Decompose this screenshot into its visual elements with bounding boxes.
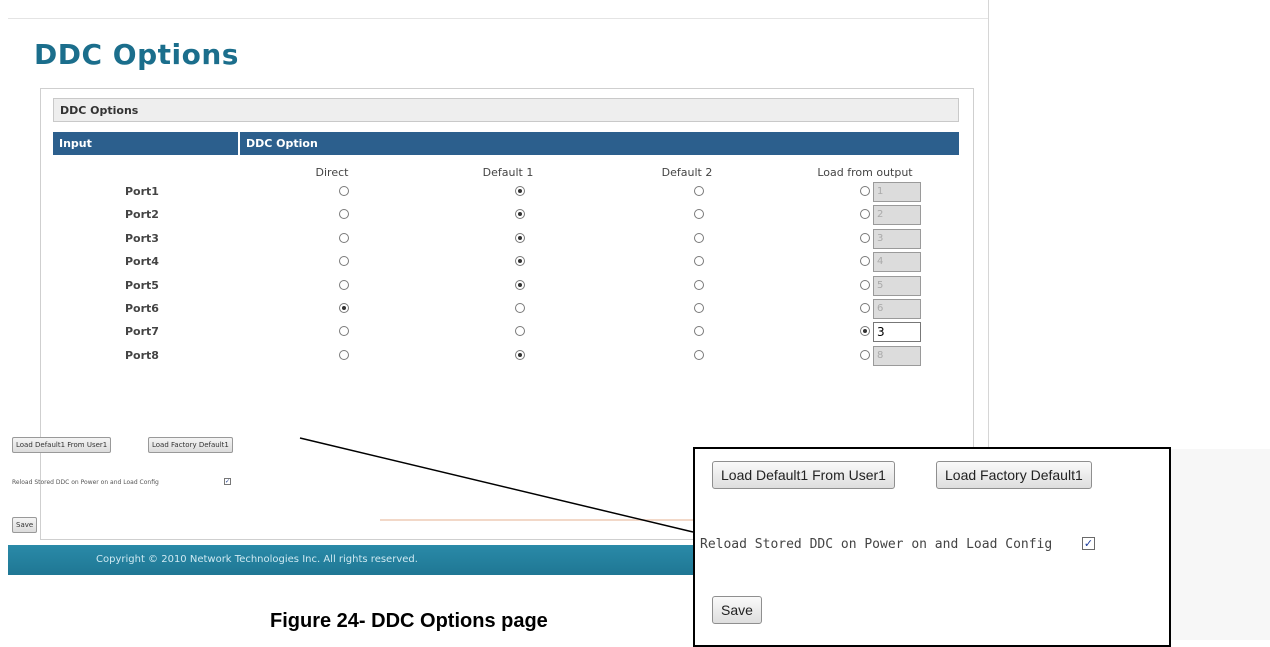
table-row: Port8 8 bbox=[53, 345, 959, 369]
port-name: Port6 bbox=[125, 302, 159, 315]
radio-default2[interactable] bbox=[694, 349, 704, 360]
port-name: Port1 bbox=[125, 185, 159, 198]
radio-default2[interactable] bbox=[694, 209, 704, 220]
panel-title: DDC Options bbox=[53, 98, 959, 122]
top-rule bbox=[8, 18, 988, 19]
radio-load-from-output[interactable] bbox=[860, 209, 870, 220]
output-number-input[interactable]: 1 bbox=[873, 182, 921, 202]
reload-label: Reload Stored DDC on Power on and Load C… bbox=[700, 537, 1053, 552]
save-button-small[interactable]: Save bbox=[12, 517, 38, 533]
option-label-default1: Default 1 bbox=[482, 166, 534, 179]
radio-default2[interactable] bbox=[694, 326, 704, 337]
radio-default1[interactable] bbox=[515, 209, 525, 220]
radio-direct[interactable] bbox=[339, 279, 349, 290]
reload-label-small: Reload Stored DDC on Power on and Load C… bbox=[12, 479, 159, 486]
port-name: Port4 bbox=[125, 255, 159, 269]
page-title: DDC Options bbox=[34, 38, 239, 71]
port-name: Port2 bbox=[125, 208, 159, 222]
port-name: Port8 bbox=[125, 348, 159, 362]
table-row: Port4 4 bbox=[53, 251, 959, 275]
radio-load-from-output[interactable] bbox=[860, 186, 870, 196]
copyright-text: Copyright © 2010 Network Technologies In… bbox=[96, 554, 418, 565]
load-default-button-small[interactable]: Load Default1 From User1 bbox=[12, 437, 112, 453]
radio-direct[interactable] bbox=[339, 256, 349, 267]
radio-default2[interactable] bbox=[694, 232, 704, 243]
radio-load-from-output[interactable] bbox=[860, 279, 870, 290]
table-row: Port3 3 bbox=[53, 228, 959, 252]
save-button[interactable]: Save bbox=[712, 596, 762, 624]
output-number-input[interactable]: 5 bbox=[873, 275, 921, 296]
port-name: Port5 bbox=[125, 278, 159, 292]
radio-direct[interactable] bbox=[339, 349, 349, 360]
radio-direct[interactable] bbox=[339, 303, 349, 313]
radio-direct[interactable] bbox=[339, 186, 349, 196]
table-header: Input DDC Option bbox=[53, 132, 959, 155]
option-label-default2: Default 2 bbox=[661, 166, 713, 179]
header-divider bbox=[238, 132, 240, 155]
table-row: Port5 5 bbox=[53, 275, 959, 299]
load-default-button[interactable]: Load Default1 From User1 bbox=[712, 461, 895, 489]
radio-load-from-output[interactable] bbox=[860, 326, 870, 337]
radio-direct[interactable] bbox=[339, 326, 349, 337]
output-number-input[interactable]: 3 bbox=[873, 322, 921, 343]
output-number-input[interactable]: 3 bbox=[873, 228, 921, 249]
reload-checkbox[interactable]: ✓ bbox=[1082, 537, 1095, 550]
radio-default2[interactable] bbox=[694, 303, 704, 313]
output-number-input[interactable]: 4 bbox=[873, 252, 921, 273]
radio-direct[interactable] bbox=[339, 209, 349, 220]
table-row: Port2 2 bbox=[53, 204, 959, 228]
output-number-input[interactable]: 6 bbox=[873, 299, 921, 319]
radio-default1[interactable] bbox=[515, 232, 525, 243]
radio-direct[interactable] bbox=[339, 232, 349, 243]
col-input-header: Input bbox=[59, 137, 92, 150]
radio-default1[interactable] bbox=[515, 326, 525, 337]
radio-default1[interactable] bbox=[515, 303, 525, 313]
radio-default2[interactable] bbox=[694, 256, 704, 267]
table-row: Port7 3 bbox=[53, 321, 959, 345]
output-number-input[interactable]: 2 bbox=[873, 205, 921, 226]
port-name: Port7 bbox=[125, 325, 159, 339]
radio-default1[interactable] bbox=[515, 279, 525, 290]
radio-load-from-output[interactable] bbox=[860, 232, 870, 243]
radio-load-from-output[interactable] bbox=[860, 256, 870, 267]
col-ddc-option-header: DDC Option bbox=[246, 137, 318, 150]
output-number-input[interactable]: 8 bbox=[873, 345, 921, 366]
table-row: Port6 6 bbox=[53, 298, 959, 322]
radio-default1[interactable] bbox=[515, 256, 525, 267]
zoom-backdrop bbox=[1171, 449, 1270, 640]
radio-load-from-output[interactable] bbox=[860, 303, 870, 313]
option-label-direct: Direct bbox=[315, 166, 349, 179]
zoom-callout: Load Default1 From User1 Load Factory De… bbox=[693, 447, 1171, 647]
table-row: Port1 1 bbox=[53, 181, 959, 205]
radio-default2[interactable] bbox=[694, 279, 704, 290]
port-name: Port3 bbox=[125, 231, 159, 245]
radio-default1[interactable] bbox=[515, 349, 525, 360]
radio-default2[interactable] bbox=[694, 186, 704, 196]
load-factory-button[interactable]: Load Factory Default1 bbox=[936, 461, 1092, 489]
radio-load-from-output[interactable] bbox=[860, 349, 870, 360]
radio-default1[interactable] bbox=[515, 186, 525, 196]
load-factory-button-small[interactable]: Load Factory Default1 bbox=[148, 437, 233, 453]
figure-caption: Figure 24- DDC Options page bbox=[270, 610, 548, 632]
option-label-load-from-output: Load from output bbox=[817, 166, 913, 179]
reload-checkbox-small[interactable]: ✓ bbox=[224, 478, 231, 485]
